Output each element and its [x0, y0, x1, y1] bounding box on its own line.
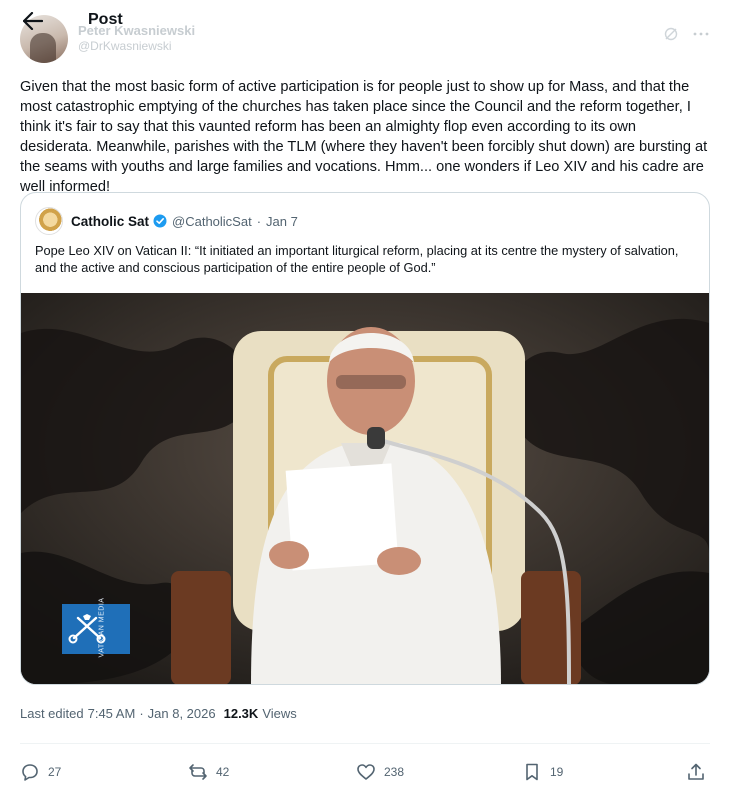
bookmark-icon	[526, 763, 538, 781]
bookmark-button[interactable]: 19	[522, 760, 563, 784]
grok-icon[interactable]	[663, 26, 679, 42]
post-header: Post Peter Kwasniewski @DrKwasniewski	[0, 0, 729, 63]
reply-button[interactable]: 27	[20, 760, 61, 784]
quoted-post-text: Pope Leo XIV on Vatican II: “It initiate…	[35, 243, 679, 275]
divider	[20, 743, 710, 744]
quoted-author-name[interactable]: Catholic Sat	[71, 214, 149, 229]
more-options-icon[interactable]	[693, 26, 709, 42]
quoted-post-header: Catholic Sat @CatholicSat · Jan 7	[35, 207, 298, 235]
like-count: 238	[384, 765, 405, 779]
author-name[interactable]: Peter Kwasniewski	[78, 23, 195, 38]
arrow-left-icon	[23, 12, 43, 30]
share-icon	[688, 763, 704, 780]
post-text: Given that the most basic form of active…	[20, 79, 708, 195]
separator-dot: ·	[256, 213, 262, 229]
repost-button[interactable]: 42	[188, 760, 229, 784]
views-count: 12.3K	[223, 706, 259, 721]
back-button[interactable]	[18, 8, 48, 34]
last-edited-label[interactable]: Last edited	[20, 706, 84, 721]
reply-count: 27	[48, 765, 62, 779]
action-bar: 27 42 238 19	[20, 760, 710, 784]
post-date[interactable]: Jan 8, 2026	[148, 706, 216, 721]
quoted-author-avatar[interactable]	[35, 207, 63, 235]
quoted-post-date[interactable]: Jan 7	[266, 214, 298, 229]
quoted-author-handle[interactable]: @CatholicSat	[172, 214, 252, 229]
like-button[interactable]: 238	[356, 760, 404, 784]
views-label: Views	[262, 706, 297, 721]
vatican-media-watermark: VATICAN MEDIA	[98, 597, 106, 658]
separator-dot: ·	[139, 706, 144, 721]
author-handle[interactable]: @DrKwasniewski	[78, 39, 172, 53]
share-button[interactable]	[686, 760, 706, 784]
bookmark-count: 19	[550, 765, 564, 779]
verified-badge-icon	[153, 214, 167, 228]
post-meta: Last edited 7:45 AM · Jan 8, 2026 12.3K …	[20, 706, 297, 721]
repost-count: 42	[216, 765, 230, 779]
vatican-media-logo: VATICAN MEDIA	[62, 598, 130, 657]
quoted-post[interactable]: Catholic Sat @CatholicSat · Jan 7 Pope L…	[20, 192, 710, 685]
quoted-post-media[interactable]: VATICAN MEDIA	[21, 293, 709, 684]
repost-icon	[189, 764, 207, 780]
post-time[interactable]: 7:45 AM	[88, 706, 136, 721]
heart-icon	[357, 764, 375, 780]
reply-icon	[22, 764, 38, 781]
